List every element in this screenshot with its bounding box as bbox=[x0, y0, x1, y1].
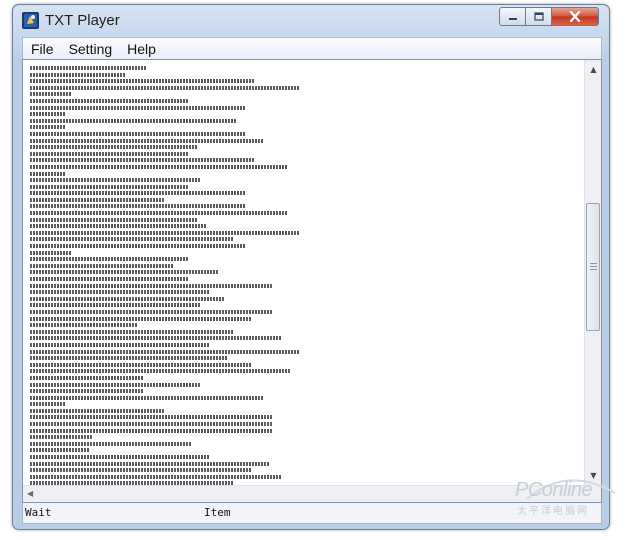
text-line bbox=[30, 277, 188, 281]
text-line bbox=[30, 316, 251, 321]
text-line bbox=[30, 448, 89, 453]
text-line bbox=[30, 244, 246, 249]
text-line bbox=[30, 85, 300, 90]
text-line bbox=[30, 158, 255, 163]
scroll-left-icon[interactable]: ◀ bbox=[27, 489, 33, 498]
text-line bbox=[30, 230, 300, 235]
text-line bbox=[30, 336, 282, 341]
text-line bbox=[30, 204, 246, 209]
status-left: Wait bbox=[25, 506, 52, 519]
watermark-logo: PConline 太平洋电脑网 bbox=[507, 471, 627, 521]
text-line bbox=[30, 178, 201, 183]
text-line bbox=[30, 342, 210, 347]
text-line bbox=[30, 428, 273, 433]
text-line bbox=[30, 138, 264, 143]
text-line bbox=[30, 79, 255, 84]
menu-bar: File Setting Help bbox=[22, 37, 602, 59]
text-line bbox=[30, 98, 188, 103]
text-viewer[interactable]: ▲ ▼ ◀ bbox=[22, 59, 602, 503]
menu-setting[interactable]: Setting bbox=[62, 41, 120, 57]
text-line bbox=[30, 309, 273, 314]
close-icon bbox=[569, 11, 581, 22]
text-line bbox=[30, 184, 188, 189]
text-line bbox=[30, 369, 291, 374]
text-line bbox=[30, 303, 201, 308]
text-line bbox=[30, 395, 264, 400]
text-line bbox=[30, 290, 210, 295]
text-line bbox=[30, 382, 201, 387]
window-title: TXT Player bbox=[45, 12, 120, 29]
text-line bbox=[30, 356, 228, 361]
text-line bbox=[30, 323, 138, 328]
text-line bbox=[30, 263, 174, 268]
text-line bbox=[30, 250, 71, 255]
text-line bbox=[30, 118, 237, 123]
app-icon bbox=[22, 12, 39, 29]
text-lines bbox=[30, 66, 570, 485]
minimize-button[interactable] bbox=[499, 7, 526, 26]
text-line bbox=[30, 237, 233, 242]
text-line bbox=[30, 164, 287, 169]
text-line bbox=[30, 66, 147, 70]
text-line bbox=[30, 296, 224, 301]
text-line bbox=[30, 455, 210, 460]
text-line bbox=[30, 362, 251, 367]
watermark-brand: PConline bbox=[515, 479, 593, 501]
text-line bbox=[30, 389, 143, 394]
text-line bbox=[30, 131, 246, 136]
text-line bbox=[30, 283, 273, 288]
text-line bbox=[30, 224, 206, 229]
text-line bbox=[30, 151, 188, 156]
text-area[interactable] bbox=[23, 60, 585, 485]
text-line bbox=[30, 171, 66, 176]
horizontal-scrollbar[interactable]: ◀ bbox=[23, 485, 585, 502]
text-line bbox=[30, 72, 125, 77]
text-line bbox=[30, 415, 273, 420]
text-line bbox=[30, 375, 143, 380]
menu-file[interactable]: File bbox=[24, 41, 61, 57]
vertical-scroll-thumb[interactable] bbox=[586, 203, 600, 332]
minimize-icon bbox=[508, 17, 517, 20]
text-line bbox=[30, 461, 269, 466]
maximize-button[interactable] bbox=[526, 7, 552, 26]
text-line bbox=[30, 408, 165, 413]
text-line bbox=[30, 402, 66, 407]
text-line bbox=[30, 197, 165, 202]
text-line bbox=[30, 217, 197, 222]
text-line bbox=[30, 349, 300, 354]
watermark-subtitle: 太平洋电脑网 bbox=[517, 506, 589, 517]
text-line bbox=[30, 270, 219, 275]
text-line bbox=[30, 211, 287, 216]
menu-help[interactable]: Help bbox=[120, 41, 163, 57]
grip-icon bbox=[590, 263, 597, 271]
text-line bbox=[30, 191, 246, 196]
scroll-up-icon[interactable]: ▲ bbox=[588, 64, 599, 75]
text-line bbox=[30, 105, 246, 110]
app-window: TXT Player File Setting Help ▲ ▼ ◀ Wait … bbox=[12, 4, 610, 530]
maximize-icon bbox=[533, 12, 544, 21]
text-line bbox=[30, 92, 71, 97]
text-line bbox=[30, 145, 197, 150]
status-right: Item bbox=[204, 506, 231, 519]
text-line bbox=[30, 112, 66, 117]
text-line bbox=[30, 468, 251, 473]
text-line bbox=[30, 441, 192, 446]
text-line bbox=[30, 257, 188, 262]
text-line bbox=[30, 329, 233, 334]
vertical-scrollbar[interactable]: ▲ ▼ bbox=[584, 60, 601, 485]
close-button[interactable] bbox=[552, 7, 599, 26]
text-line bbox=[30, 422, 273, 427]
title-bar[interactable]: TXT Player bbox=[13, 5, 609, 37]
text-line bbox=[30, 435, 93, 440]
text-line bbox=[30, 125, 66, 130]
text-line bbox=[30, 474, 282, 479]
